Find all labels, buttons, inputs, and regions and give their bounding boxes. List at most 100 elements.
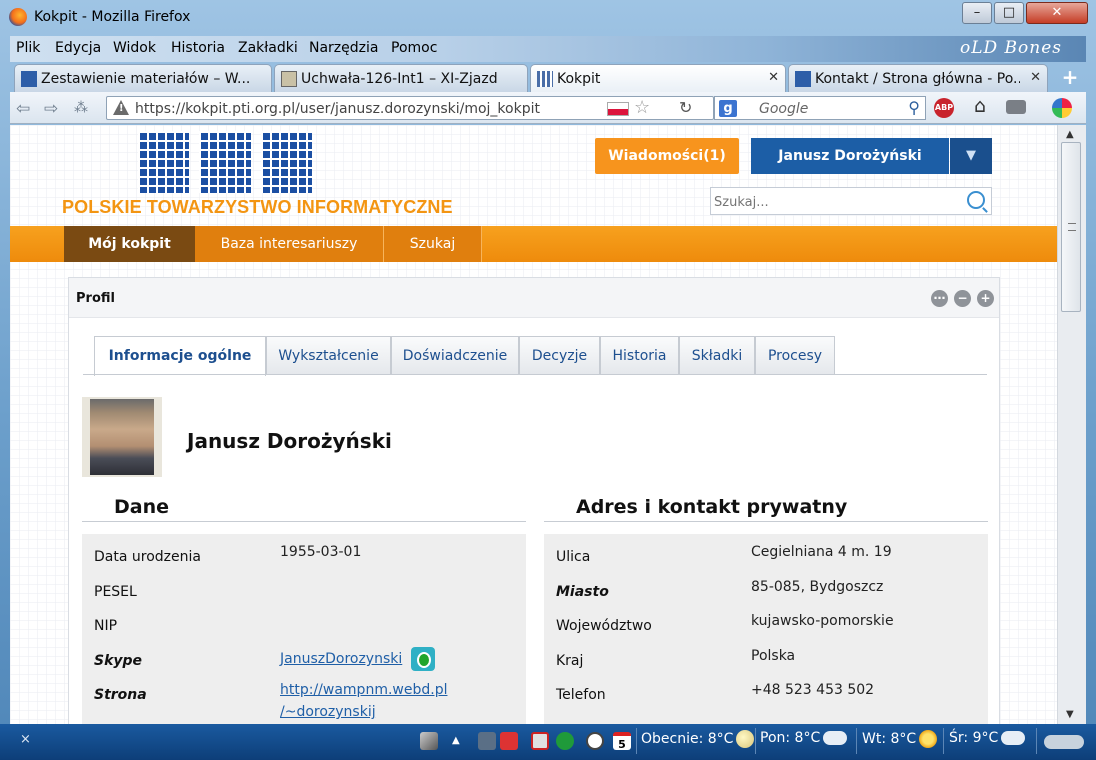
forward-icon[interactable]: ⇨	[44, 99, 58, 119]
close-tab-icon[interactable]: ✕	[1030, 70, 1041, 85]
history-dots-icon[interactable]: ⁂	[74, 100, 88, 116]
section-title-dane: Dane	[114, 496, 170, 518]
close-tab-icon[interactable]: ✕	[768, 70, 779, 85]
clock-icon[interactable]	[586, 732, 604, 750]
cloud-icon[interactable]	[1044, 735, 1084, 749]
nav-baza-interesariuszy[interactable]: Baza interesariuszy	[195, 226, 384, 262]
tab-procesy[interactable]: Procesy	[755, 336, 835, 374]
more-options-icon[interactable]: ⋯	[931, 290, 948, 307]
tab-decyzje[interactable]: Decyzje	[519, 336, 600, 374]
tab-uchwala[interactable]: Uchwała-126-Int1 – XI-Zjazd	[274, 64, 528, 92]
search-icon[interactable]	[967, 191, 985, 209]
calendar-icon[interactable]: 5	[613, 732, 631, 751]
tab-informacje-ogolne[interactable]: Informacje ogólne	[94, 336, 266, 376]
nav-szukaj[interactable]: Szukaj	[384, 226, 482, 262]
pti-favicon-icon	[795, 71, 811, 87]
field-value: kujawsko-pomorskie	[751, 613, 894, 629]
tab-kokpit[interactable]: Kokpit ✕	[530, 64, 786, 92]
addon-icon[interactable]	[1006, 100, 1026, 114]
site-search[interactable]	[710, 187, 992, 215]
tab-historia[interactable]: Historia	[600, 336, 679, 374]
antivirus-icon[interactable]	[500, 732, 518, 750]
taskbar: × ▲ 5 Obecnie: 8°C Pon: 8°C Wt: 8°C Śr: …	[0, 724, 1096, 760]
divider	[755, 728, 756, 754]
status-tray-icon[interactable]	[556, 732, 574, 750]
grip-icon	[1068, 223, 1076, 231]
menu-pomoc[interactable]: Pomoc	[391, 40, 437, 56]
adblock-icon[interactable]: ABP	[934, 98, 954, 118]
skype-link[interactable]: JanuszDorozynski	[280, 651, 402, 667]
tab-wyksztalcenie[interactable]: Wykształcenie	[266, 336, 391, 374]
page-scrollbar[interactable]: ▲ ▼	[1057, 125, 1086, 724]
tab-label: Kontakt / Strona główna - Po...	[815, 71, 1020, 87]
search-placeholder[interactable]: Google	[759, 101, 808, 117]
weather-now[interactable]: Obecnie: 8°C	[641, 730, 755, 748]
menu-historia[interactable]: Historia	[171, 40, 225, 56]
security-warning-icon[interactable]	[113, 100, 129, 115]
website-link-cont[interactable]: /~dorozynskij	[280, 704, 376, 720]
user-menu-button[interactable]: Janusz Dorożyński	[751, 138, 949, 174]
url-text[interactable]: https://kokpit.pti.org.pl/user/janusz.do…	[135, 101, 540, 117]
tab-kontakt[interactable]: Kontakt / Strona główna - Po... ✕	[788, 64, 1048, 92]
back-icon[interactable]: ⇦	[16, 99, 30, 119]
field-label: PESEL	[94, 584, 137, 600]
page-viewport: POLSKIE TOWARZYSTWO INFORMATYCZNE Wiadom…	[10, 125, 1086, 724]
tray-expand-icon[interactable]: ▲	[452, 735, 470, 753]
maximize-button[interactable]: □	[994, 2, 1024, 24]
weather-wed[interactable]: Śr: 9°C	[949, 725, 1026, 746]
field-value: Cegielniana 4 m. 19	[751, 544, 892, 560]
search-bar[interactable]: g Google ⚲	[714, 96, 926, 120]
tab-zestawienie[interactable]: Zestawienie materiałów – W...	[14, 64, 272, 92]
minimize-button[interactable]: –	[962, 2, 992, 24]
field-label: Telefon	[556, 687, 606, 703]
app-tray-icon[interactable]	[531, 732, 549, 750]
taskbar-close-icon[interactable]: ×	[20, 732, 31, 747]
field-label: NIP	[94, 618, 118, 634]
menu-narzedzia[interactable]: Narzędzia	[309, 40, 378, 56]
logo-block	[199, 131, 251, 193]
scroll-down-icon[interactable]: ▼	[1066, 709, 1074, 720]
home-icon[interactable]: ⌂	[974, 95, 994, 117]
partly-cloudy-icon	[823, 725, 848, 745]
reload-icon[interactable]: ↻	[679, 98, 692, 117]
adres-box: Ulica Cegielniana 4 m. 19 Miasto 85-085,…	[544, 534, 988, 724]
divider	[943, 728, 944, 754]
scroll-up-icon[interactable]: ▲	[1066, 129, 1074, 140]
expand-icon[interactable]: +	[977, 290, 994, 307]
pti-logo[interactable]: POLSKIE TOWARZYSTWO INFORMATYCZNE	[62, 129, 453, 221]
divider	[636, 728, 637, 754]
tab-divider	[83, 374, 987, 375]
google-icon[interactable]: g	[719, 100, 737, 117]
weather-label: Pon: 8°C	[760, 730, 821, 746]
bookmark-star-icon[interactable]: ☆	[634, 97, 650, 118]
tab-label: Kokpit	[557, 71, 601, 87]
tab-label: Uchwała-126-Int1 – XI-Zjazd	[301, 71, 498, 87]
skype-status-icon[interactable]	[411, 647, 435, 671]
search-icon[interactable]: ⚲	[908, 98, 920, 117]
new-tab-button[interactable]: +	[1056, 65, 1084, 91]
collapse-icon[interactable]: −	[954, 290, 971, 307]
tab-skladki[interactable]: Składki	[679, 336, 755, 374]
menu-widok[interactable]: Widok	[113, 40, 156, 56]
panel-title: Profil	[76, 291, 115, 306]
close-window-button[interactable]: ✕	[1026, 2, 1088, 24]
tab-doswiadczenie[interactable]: Doświadczenie	[391, 336, 519, 374]
messages-button[interactable]: Wiadomości(1)	[595, 138, 739, 174]
field-value: 85-085, Bydgoszcz	[751, 579, 884, 595]
scroll-thumb[interactable]	[1061, 142, 1081, 312]
color-wheel-icon[interactable]	[1052, 98, 1072, 118]
menu-plik[interactable]: Plik	[16, 40, 40, 56]
divider	[856, 728, 857, 754]
section-title-adres: Adres i kontakt prywatny	[576, 496, 848, 518]
weather-mon[interactable]: Pon: 8°C	[760, 725, 848, 746]
address-bar[interactable]: https://kokpit.pti.org.pl/user/janusz.do…	[106, 96, 714, 120]
menu-edycja[interactable]: Edycja	[55, 40, 101, 56]
site-search-input[interactable]	[714, 192, 954, 212]
nav-moj-kokpit[interactable]: Mój kokpit	[64, 226, 195, 262]
network-icon[interactable]	[478, 732, 496, 750]
pen-icon[interactable]	[420, 732, 438, 750]
menu-zakladki[interactable]: Zakładki	[238, 40, 298, 56]
website-link[interactable]: http://wampnm.webd.pl	[280, 682, 447, 698]
weather-tue[interactable]: Wt: 8°C	[862, 730, 938, 748]
user-dropdown-icon[interactable]: ▼	[950, 138, 992, 174]
